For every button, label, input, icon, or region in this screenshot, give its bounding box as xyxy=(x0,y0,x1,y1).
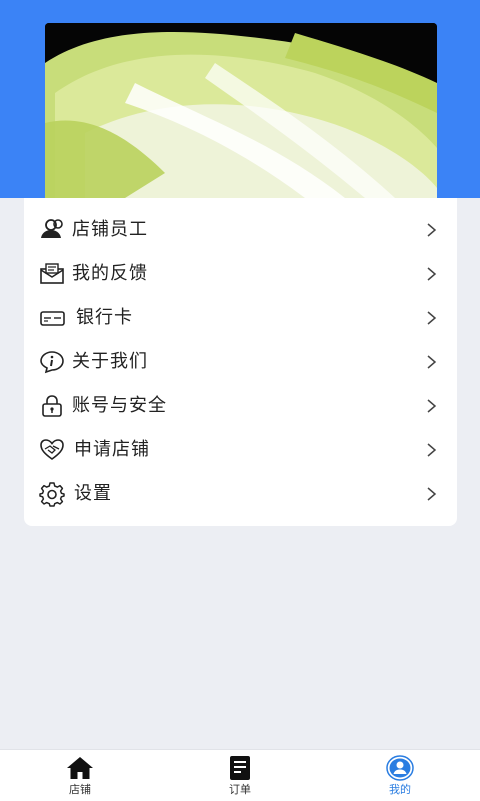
feedback-icon xyxy=(38,260,66,288)
tab-label: 订单 xyxy=(229,783,251,796)
menu-item-label: 我的反馈 xyxy=(72,263,148,284)
bank-card-icon xyxy=(38,304,66,332)
tab-orders[interactable]: 订单 xyxy=(200,750,280,801)
gear-icon xyxy=(38,480,66,508)
menu-item-label: 申请店铺 xyxy=(74,439,150,460)
menu-item-label: 设置 xyxy=(74,483,112,504)
bottom-tab-bar: 店铺 订单 我的 xyxy=(0,749,480,801)
tab-label: 我的 xyxy=(389,783,411,796)
chevron-right-icon xyxy=(427,355,437,369)
chevron-right-icon xyxy=(427,487,437,501)
menu-item-apply-store[interactable]: 申请店铺 xyxy=(24,428,457,472)
chevron-right-icon xyxy=(427,443,437,457)
handshake-icon xyxy=(38,436,66,464)
menu-item-about[interactable]: 关于我们 xyxy=(24,340,457,384)
menu-item-account-security[interactable]: 账号与安全 xyxy=(24,384,457,428)
menu-item-label: 店铺员工 xyxy=(72,219,148,240)
lock-icon xyxy=(38,392,66,420)
tab-store[interactable]: 店铺 xyxy=(40,750,120,801)
staff-icon xyxy=(38,216,66,244)
chevron-right-icon xyxy=(427,311,437,325)
menu-item-label: 账号与安全 xyxy=(72,395,167,416)
chevron-right-icon xyxy=(427,223,437,237)
menu-card: 店铺员工 我的反馈 银行卡 关于我们 账号与安全 申请店铺 设置 xyxy=(24,198,457,526)
banner-image xyxy=(45,23,437,198)
menu-item-feedback[interactable]: 我的反馈 xyxy=(24,252,457,296)
info-icon xyxy=(38,348,66,376)
order-icon xyxy=(230,756,250,780)
chevron-right-icon xyxy=(427,399,437,413)
menu-item-bank-card[interactable]: 银行卡 xyxy=(24,296,457,340)
menu-item-label: 关于我们 xyxy=(72,351,148,372)
chevron-right-icon xyxy=(427,267,437,281)
profile-icon xyxy=(386,755,414,781)
tab-profile[interactable]: 我的 xyxy=(360,750,440,801)
home-icon xyxy=(67,757,93,779)
tab-label: 店铺 xyxy=(69,783,91,796)
menu-item-staff[interactable]: 店铺员工 xyxy=(24,208,457,252)
menu-item-settings[interactable]: 设置 xyxy=(24,472,457,516)
menu-item-label: 银行卡 xyxy=(76,307,133,328)
